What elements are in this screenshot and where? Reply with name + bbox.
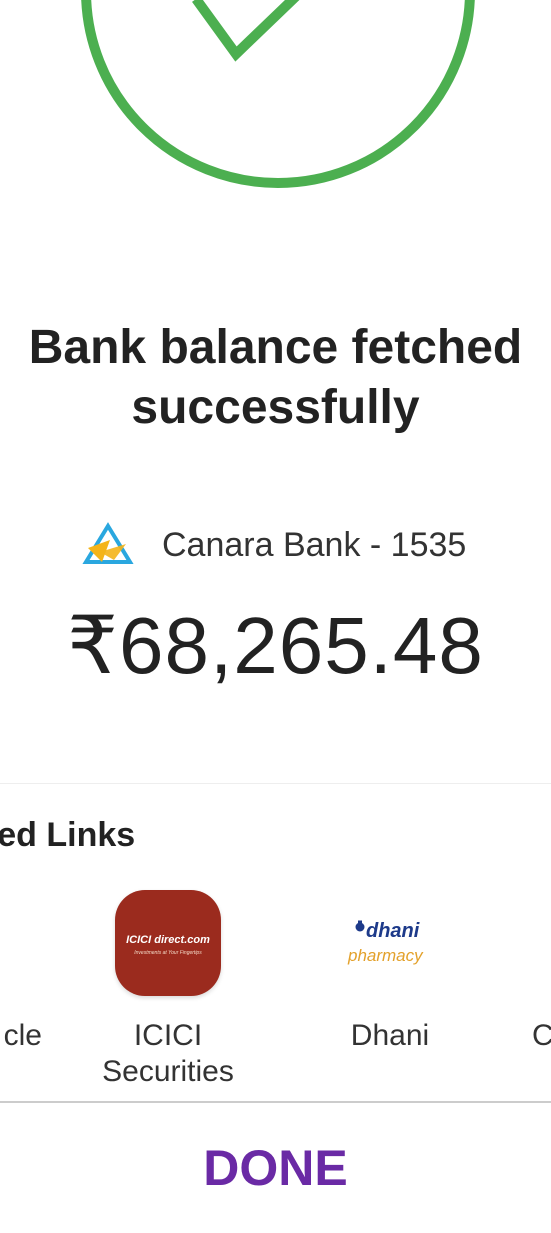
status-title: Bank balance fetched successfully <box>0 318 551 438</box>
dhani-logo-text: dhani <box>366 920 420 942</box>
icici-logo-tagline: Investments at Your Fingertips <box>134 950 202 956</box>
icici-logo-text: ICICI direct.com <box>126 934 210 946</box>
dhani-logo-subtext: pharmacy <box>348 946 423 965</box>
status-title-line2: successfully <box>131 381 420 434</box>
link-item-partial-left[interactable]: cle <box>0 1018 42 1054</box>
section-divider <box>0 783 551 784</box>
link-label-line1: ICICI <box>133 1019 203 1052</box>
success-check-icon <box>81 0 475 188</box>
link-item-dhani[interactable]: Dhani <box>310 1018 470 1054</box>
status-title-line1: Bank balance fetched <box>28 321 523 374</box>
done-button[interactable]: DONE <box>0 1103 551 1200</box>
link-label: Dhani <box>350 1019 430 1052</box>
bank-account-label: Canara Bank - 1535 <box>162 525 467 564</box>
link-label-line2: Securities <box>102 1055 234 1088</box>
link-label: cle <box>3 1019 42 1052</box>
icici-securities-logo[interactable]: ICICI direct.com Investments at Your Fin… <box>115 890 221 996</box>
bank-account-row: Canara Bank - 1535 <box>80 518 466 572</box>
link-label: C <box>532 1019 551 1052</box>
link-item-partial-right[interactable]: C <box>532 1018 551 1054</box>
dhani-logo[interactable]: dhani pharmacy <box>340 910 440 980</box>
dhani-bag-icon <box>355 920 365 932</box>
canara-bank-logo-icon <box>82 522 134 564</box>
account-balance: ₹68,265.48 <box>67 601 484 690</box>
link-item-icici-securities[interactable]: ICICI Securities <box>78 1018 258 1090</box>
links-section-title: red Links <box>0 816 136 854</box>
